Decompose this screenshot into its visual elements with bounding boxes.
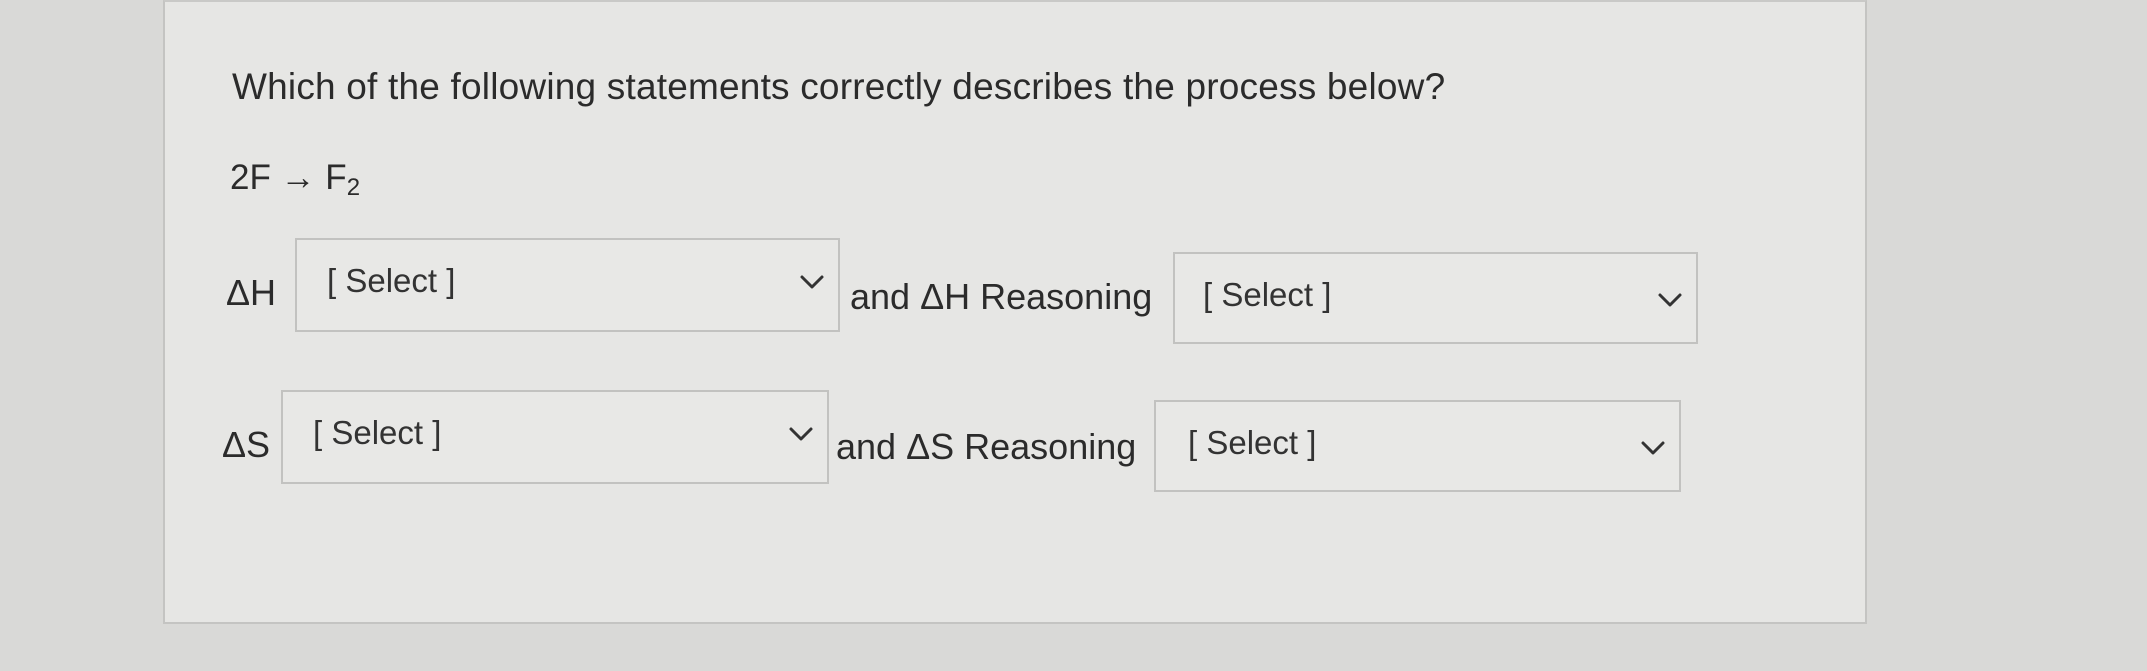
- delta-h-reasoning-label: and ΔH Reasoning: [850, 276, 1153, 317]
- delta-h-reasoning-select-value: [ Select ]: [1203, 276, 1332, 313]
- question-prompt: Which of the following statements correc…: [232, 66, 1446, 107]
- delta-s-select-value: [ Select ]: [313, 414, 442, 451]
- delta-s-reasoning-select-value: [ Select ]: [1188, 424, 1317, 461]
- chevron-down-icon: [1658, 293, 1682, 307]
- delta-s-reasoning-label: and ΔS Reasoning: [836, 426, 1137, 467]
- delta-h-select[interactable]: [ Select ]: [295, 238, 840, 332]
- delta-h-label: ΔH: [226, 272, 277, 313]
- delta-h-select-value: [ Select ]: [327, 262, 456, 299]
- chevron-down-icon: [800, 275, 824, 289]
- equation-main: 2F → F: [230, 158, 347, 197]
- delta-s-select[interactable]: [ Select ]: [281, 390, 829, 484]
- delta-s-reasoning-select[interactable]: [ Select ]: [1154, 400, 1681, 492]
- chevron-down-icon: [789, 427, 813, 441]
- delta-h-reasoning-select[interactable]: [ Select ]: [1173, 252, 1698, 344]
- delta-s-label: ΔS: [222, 424, 271, 465]
- chevron-down-icon: [1641, 441, 1665, 455]
- equation-subscript: 2: [346, 174, 361, 201]
- reaction-equation: 2F → F2: [230, 158, 360, 202]
